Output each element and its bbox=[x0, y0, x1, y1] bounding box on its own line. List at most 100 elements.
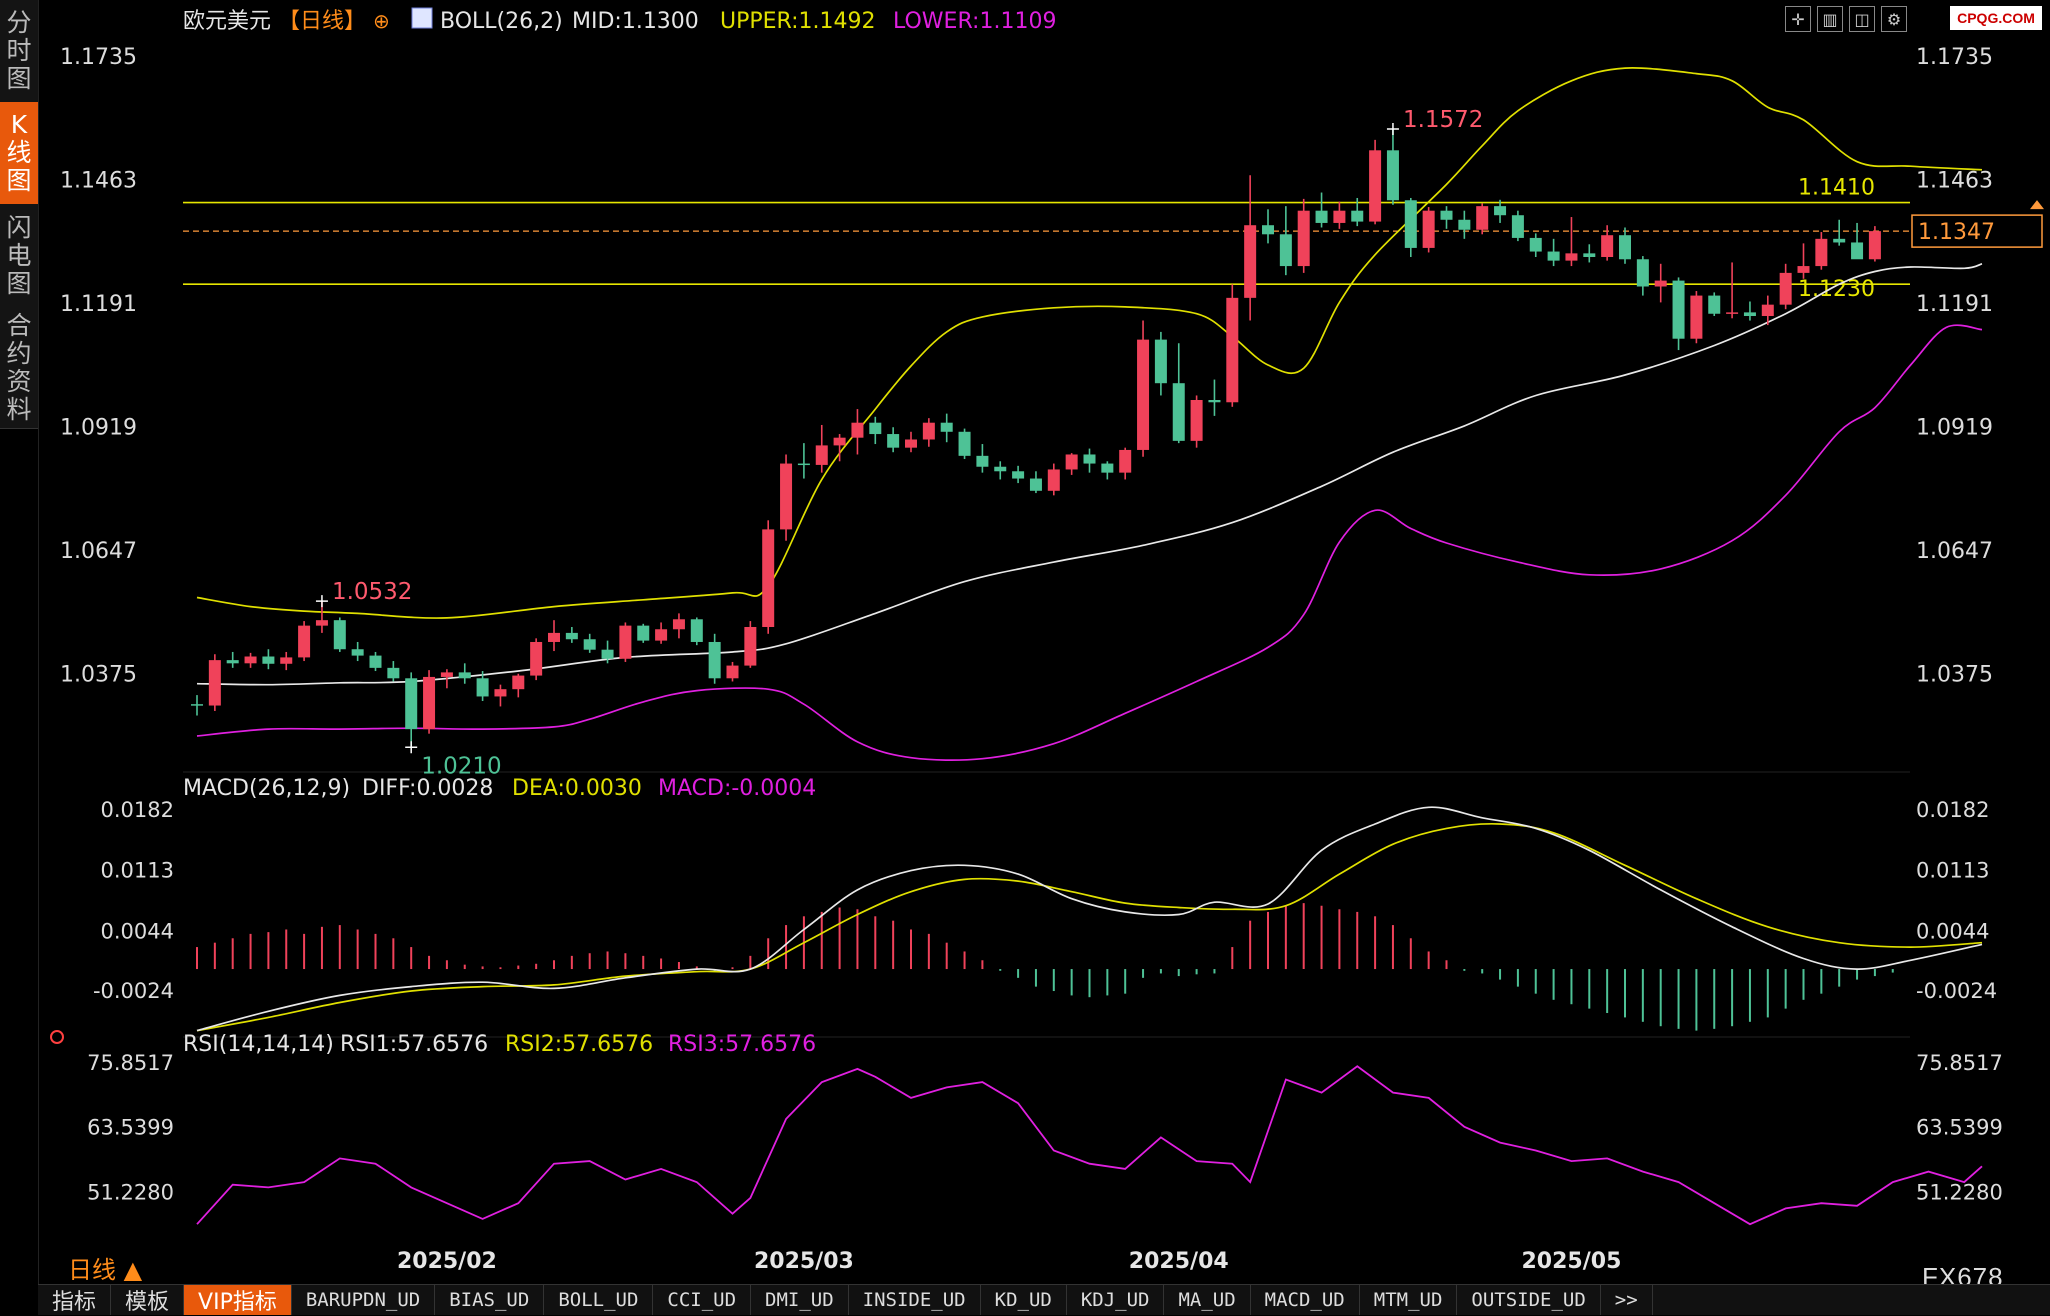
macd-tick-left: 0.0182 bbox=[101, 798, 174, 822]
candle-body bbox=[1761, 304, 1774, 317]
candle-body bbox=[922, 422, 935, 440]
bottom-tab-14[interactable]: OUTSIDE_UD bbox=[1457, 1285, 1601, 1315]
candle-body bbox=[1868, 231, 1881, 260]
candle-body bbox=[458, 672, 471, 679]
candle-body bbox=[1690, 295, 1703, 339]
price-tick-right: 1.0375 bbox=[1916, 662, 1993, 687]
candle-body bbox=[1172, 383, 1185, 441]
rsi-tick-right: 51.2280 bbox=[1916, 1180, 2003, 1204]
candle-body bbox=[565, 632, 578, 640]
crosshair-icon[interactable]: ✛ bbox=[1785, 6, 1811, 32]
bottom-tab-5[interactable]: BOLL_UD bbox=[544, 1285, 654, 1315]
candle-body bbox=[672, 619, 685, 630]
candle-body bbox=[1422, 210, 1435, 248]
boll-lower-value: LOWER:1.1109 bbox=[893, 9, 1056, 34]
candle-body bbox=[1833, 238, 1846, 243]
boll-mid-line bbox=[196, 262, 1983, 686]
layout-icon[interactable]: ◫ bbox=[1849, 6, 1875, 32]
candle-body bbox=[1369, 150, 1382, 222]
support-line-label: 1.1230 bbox=[1798, 277, 1875, 302]
boll-upper-line bbox=[196, 67, 1983, 619]
candle-body bbox=[958, 431, 971, 456]
candle-body bbox=[280, 657, 293, 664]
bottom-tab-11[interactable]: MA_UD bbox=[1164, 1285, 1251, 1315]
candle-body bbox=[744, 626, 757, 666]
bottom-tab-4[interactable]: BIAS_UD bbox=[435, 1285, 545, 1315]
rsi1-value: RSI1:57.6576 bbox=[340, 1032, 488, 1057]
bottom-tab-8[interactable]: INSIDE_UD bbox=[849, 1285, 981, 1315]
candle-body bbox=[726, 665, 739, 679]
candle-body bbox=[1333, 210, 1346, 223]
candle-body bbox=[1226, 297, 1239, 403]
boll-label: BOLL(26,2) bbox=[440, 9, 563, 34]
candle-body bbox=[1315, 210, 1328, 223]
date-tick: 2025/02 bbox=[397, 1249, 497, 1274]
boll-mid-value: MID:1.1300 bbox=[572, 9, 699, 34]
macd-diff-value: DIFF:0.0028 bbox=[362, 776, 493, 801]
date-tick: 2025/03 bbox=[754, 1249, 854, 1274]
candle-body bbox=[1208, 400, 1221, 403]
candle-body bbox=[619, 625, 632, 659]
macd-tick-left: -0.0024 bbox=[93, 979, 174, 1003]
macd-tick-left: 0.0044 bbox=[101, 919, 174, 943]
candle-body bbox=[1029, 478, 1042, 491]
settings-icon[interactable]: ⚙ bbox=[1881, 6, 1907, 32]
top-icons: ✛ ▥ ◫ ⚙ bbox=[1785, 6, 1907, 32]
bottom-tab-12[interactable]: MACD_UD bbox=[1251, 1285, 1360, 1315]
bottom-tab-6[interactable]: CCI_UD bbox=[653, 1285, 752, 1315]
candle-body bbox=[1654, 280, 1667, 287]
candle-body bbox=[797, 463, 810, 466]
candle-body bbox=[191, 704, 203, 706]
bottom-tab-1[interactable]: 模板 bbox=[111, 1285, 185, 1315]
candle-body bbox=[1779, 272, 1792, 305]
symbol-title: 欧元美元 bbox=[183, 9, 271, 34]
rsi-settings-icon bbox=[50, 1030, 64, 1044]
price-tick-left: 1.1735 bbox=[60, 45, 137, 70]
candle-body bbox=[655, 629, 668, 641]
price-tick-right: 1.0919 bbox=[1916, 415, 1993, 440]
bottom-tab-7[interactable]: DMI_UD bbox=[751, 1285, 849, 1315]
indicator-icon[interactable]: ▥ bbox=[1817, 6, 1843, 32]
candle-body bbox=[351, 649, 364, 656]
date-tick: 2025/04 bbox=[1129, 1249, 1229, 1274]
macd-tick-right: 0.0182 bbox=[1916, 798, 1989, 822]
macd-label: MACD(26,12,9) bbox=[183, 776, 350, 801]
candle-body bbox=[601, 649, 614, 659]
price-tick-left: 1.1463 bbox=[60, 168, 137, 193]
bottom-tab-9[interactable]: KD_UD bbox=[981, 1285, 1067, 1315]
rsi2-value: RSI2:57.6576 bbox=[505, 1032, 653, 1057]
candle-body bbox=[976, 455, 989, 467]
candle-body bbox=[440, 672, 453, 677]
bottom-tab-10[interactable]: KDJ_UD bbox=[1067, 1285, 1165, 1315]
watermark: CPQG.COM bbox=[1950, 6, 2042, 30]
candle-body bbox=[387, 667, 400, 679]
candle-body bbox=[1244, 225, 1257, 298]
candle-body bbox=[815, 445, 828, 465]
candle-body bbox=[1279, 234, 1292, 267]
candle-body bbox=[1583, 253, 1596, 257]
candle-body bbox=[208, 660, 221, 706]
rsi-tick-right: 63.5399 bbox=[1916, 1116, 2003, 1140]
bottom-tab-15[interactable]: >> bbox=[1601, 1285, 1653, 1315]
support-line-label: 1.1410 bbox=[1798, 176, 1875, 201]
price-tick-right: 1.1191 bbox=[1916, 292, 1993, 317]
price-tick-left: 1.0919 bbox=[60, 415, 137, 440]
price-tick-right: 1.1463 bbox=[1916, 168, 1993, 193]
candle-body bbox=[333, 620, 346, 650]
period-label[interactable]: 日线 ▲ bbox=[68, 1250, 142, 1285]
candle-body bbox=[1708, 295, 1721, 314]
bottom-tab-3[interactable]: BARUPDN_UD bbox=[292, 1285, 436, 1315]
up-arrow-icon bbox=[2030, 200, 2044, 210]
candle-body bbox=[1851, 242, 1864, 260]
bottom-indicator-bar: 指标 模板 VIP指标 BARUPDN_UD BIAS_UD BOLL_UD CCI_UD D… bbox=[38, 1284, 2050, 1315]
candle-body bbox=[940, 422, 953, 432]
extreme-label: 1.1572 bbox=[1403, 107, 1483, 133]
bottom-tab-13[interactable]: MTM_UD bbox=[1360, 1285, 1458, 1315]
macd-dea-value: DEA:0.0030 bbox=[512, 776, 642, 801]
candle-body bbox=[369, 655, 382, 668]
candle-body bbox=[690, 619, 703, 642]
bottom-tab-2[interactable]: VIP指标 bbox=[184, 1285, 292, 1315]
bottom-tab-0[interactable]: 指标 bbox=[38, 1285, 112, 1315]
price-tick-right: 1.0647 bbox=[1916, 539, 1993, 564]
candle-body bbox=[1262, 225, 1274, 235]
